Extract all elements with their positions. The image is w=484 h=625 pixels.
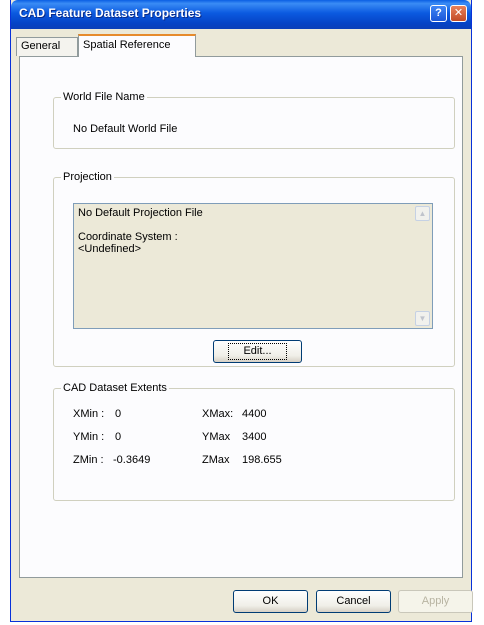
zmin-value: -0.3649 [113,454,151,466]
extents-group: CAD Dataset Extents XMin : 0 XMax: 4400 … [53,382,455,501]
xmax-value: 4400 [242,408,267,420]
projection-line-1: No Default Projection File [78,207,203,219]
edit-button-label: Edit... [228,343,287,360]
help-icon: ? [435,7,442,19]
projection-textbox[interactable]: No Default Projection File Coordinate Sy… [73,203,433,329]
zmax-value: 198.655 [242,454,282,466]
xmax-label: XMax: [202,408,234,420]
close-icon: ✕ [453,7,464,19]
apply-button: Apply [398,590,473,613]
ymax-label: YMax [202,431,231,443]
scroll-down-icon[interactable]: ▼ [415,311,430,326]
dialog-window: CAD Feature Dataset Properties ? ✕ Gener… [10,0,473,622]
xmin-label: XMin : [73,408,105,420]
tab-spatial-reference[interactable]: Spatial Reference [78,34,196,57]
world-file-legend: World File Name [63,91,145,103]
projection-legend: Projection [63,171,112,183]
projection-line-3: <Undefined> [78,243,141,255]
zmin-label: ZMin : [73,454,104,466]
world-file-group: World File Name No Default World File [53,91,455,149]
cancel-button[interactable]: Cancel [316,590,391,613]
tab-general[interactable]: General [16,37,78,56]
projection-line-2: Coordinate System : [78,231,178,243]
title-bar[interactable]: CAD Feature Dataset Properties ? ✕ [11,0,471,29]
close-button[interactable]: ✕ [450,5,467,22]
extents-legend: CAD Dataset Extents [63,382,167,394]
ok-button[interactable]: OK [233,590,308,613]
window-title: CAD Feature Dataset Properties [19,6,202,20]
zmax-label: ZMax [202,454,230,466]
scroll-up-icon[interactable]: ▲ [415,206,430,221]
xmin-value: 0 [115,408,122,420]
projection-group: Projection No Default Projection File Co… [53,171,455,367]
tab-panel-spatial-reference: World File Name No Default World File Pr… [19,56,463,578]
ymin-value: 0 [115,431,122,443]
help-button[interactable]: ? [430,5,447,22]
ymin-label: YMin : [73,431,105,443]
edit-button[interactable]: Edit... [213,340,302,363]
ymax-value: 3400 [242,431,267,443]
world-file-value: No Default World File [73,123,178,135]
